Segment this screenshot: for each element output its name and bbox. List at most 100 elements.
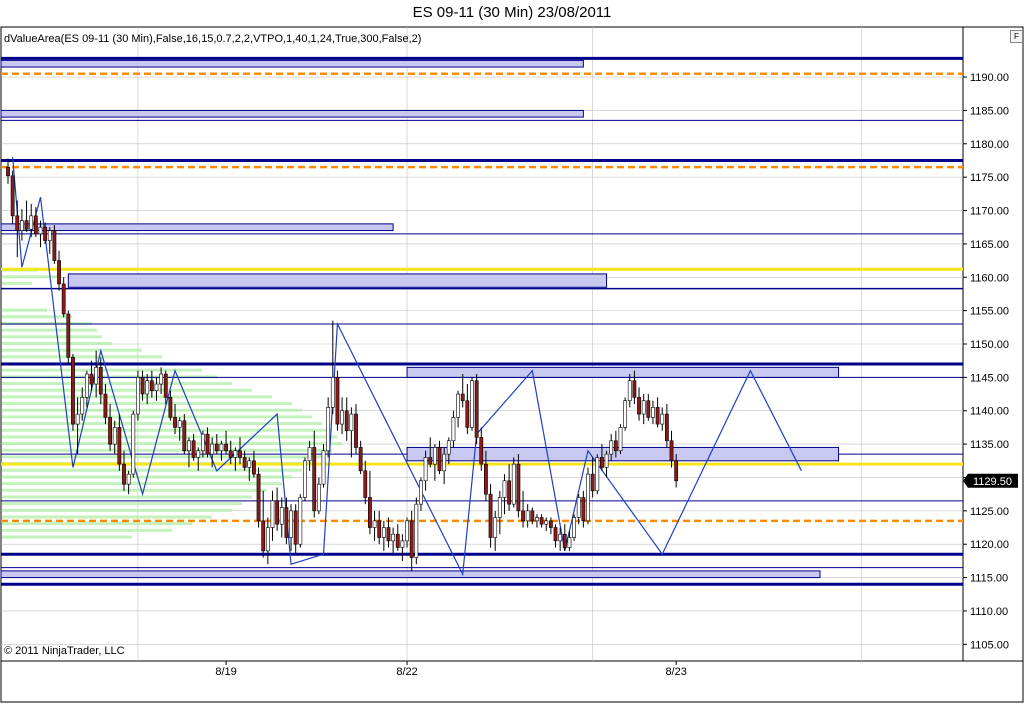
candle-body [321, 450, 326, 485]
candle-body [71, 357, 75, 425]
profile-row [2, 495, 252, 499]
candle-body [108, 417, 112, 445]
candle-body [177, 420, 182, 428]
candle-body [502, 480, 507, 498]
candle-body [456, 393, 460, 418]
value-area-bar [0, 109, 584, 118]
candle-body [136, 377, 140, 415]
profile-row [2, 442, 342, 446]
candle-body [576, 497, 581, 518]
candle-body [660, 413, 665, 425]
value-area-bar [406, 366, 840, 378]
candle-body [344, 410, 349, 432]
profile-row [2, 522, 192, 526]
candle-body [623, 400, 628, 428]
candle-body [363, 470, 368, 498]
candle-body [256, 473, 261, 522]
candle-body [80, 397, 85, 415]
x-tick-label: 8/22 [396, 666, 417, 678]
candle-body [275, 500, 280, 525]
candle-body [75, 413, 80, 425]
y-tick-label: 1110.00 [970, 606, 1008, 618]
x-tick-label: 8/23 [665, 666, 686, 678]
candle-body [316, 483, 321, 512]
profile-row [2, 448, 332, 452]
y-tick-label: 1105.00 [970, 639, 1009, 651]
candle-body [521, 510, 525, 522]
profile-row [2, 388, 252, 392]
candle-body [646, 400, 651, 418]
candle-body [122, 463, 126, 485]
profile-row [2, 315, 72, 319]
y-tick-label: 1165.00 [970, 239, 1009, 251]
candle-body [84, 373, 89, 398]
candle-body [600, 457, 604, 468]
candle-body [261, 520, 266, 552]
profile-row [2, 508, 232, 512]
y-tick-label: 1140.00 [970, 406, 1009, 418]
price-chart[interactable]: 1105.001110.001115.001120.001125.001130.… [0, 0, 1024, 703]
y-tick-label: 1120.00 [970, 539, 1009, 551]
candle-body [326, 407, 331, 452]
candle-body [511, 463, 516, 505]
candle-body [6, 166, 10, 177]
candle-body [354, 413, 358, 448]
candle-body [191, 440, 196, 458]
candle-body [465, 400, 470, 428]
candle-body [507, 480, 512, 505]
candle-body [103, 393, 108, 418]
candle-body [655, 407, 660, 425]
candle-body [674, 460, 679, 482]
y-tick-label: 1125.00 [970, 506, 1009, 518]
profile-row [2, 408, 302, 412]
candle-body [247, 460, 252, 468]
candle-body [474, 380, 479, 438]
value-area-bar [0, 570, 821, 579]
candle-body [627, 380, 632, 402]
candle-body [618, 427, 623, 452]
profile-row [2, 415, 312, 419]
candle-body [270, 500, 275, 528]
candle-body [581, 497, 586, 522]
candle-body [349, 413, 354, 432]
candle-body [428, 457, 433, 465]
candle-body [470, 380, 474, 428]
candle-body [613, 440, 618, 452]
profile-row [2, 281, 32, 285]
candle-body [641, 400, 646, 415]
candle-body [279, 507, 284, 525]
candle-body [66, 313, 71, 358]
candle-body [419, 480, 423, 505]
profile-row [2, 355, 162, 359]
candle-body [47, 230, 52, 241]
candle-body [131, 413, 136, 475]
candle-body [61, 283, 66, 315]
candle-body [391, 533, 396, 542]
candle-body [33, 215, 38, 235]
profile-row [2, 455, 322, 459]
profile-row [2, 308, 47, 312]
candle-body [335, 377, 340, 425]
candle-body [168, 397, 173, 418]
candle-body [10, 175, 15, 217]
copyright-text: © 2011 NinjaTrader, LLC [4, 645, 125, 657]
candle-body [210, 443, 215, 455]
y-tick-label: 1185.00 [970, 105, 1009, 117]
y-tick-label: 1190.00 [970, 72, 1009, 84]
candle-body [530, 510, 535, 522]
candle-body [284, 507, 289, 538]
candle-body [442, 453, 447, 472]
candle-body [548, 520, 553, 528]
f-toggle-button[interactable]: F [1010, 30, 1023, 43]
profile-row [2, 502, 242, 506]
y-tick-label: 1180.00 [970, 139, 1009, 151]
candle-body [609, 440, 614, 455]
candle-body [432, 447, 437, 465]
candle-body [159, 373, 164, 385]
y-tick-label: 1150.00 [970, 339, 1009, 351]
candle-body [214, 443, 219, 452]
candle-body [405, 520, 409, 542]
value-area-bar [406, 446, 840, 462]
candle-body [414, 503, 419, 558]
profile-row [2, 342, 112, 345]
